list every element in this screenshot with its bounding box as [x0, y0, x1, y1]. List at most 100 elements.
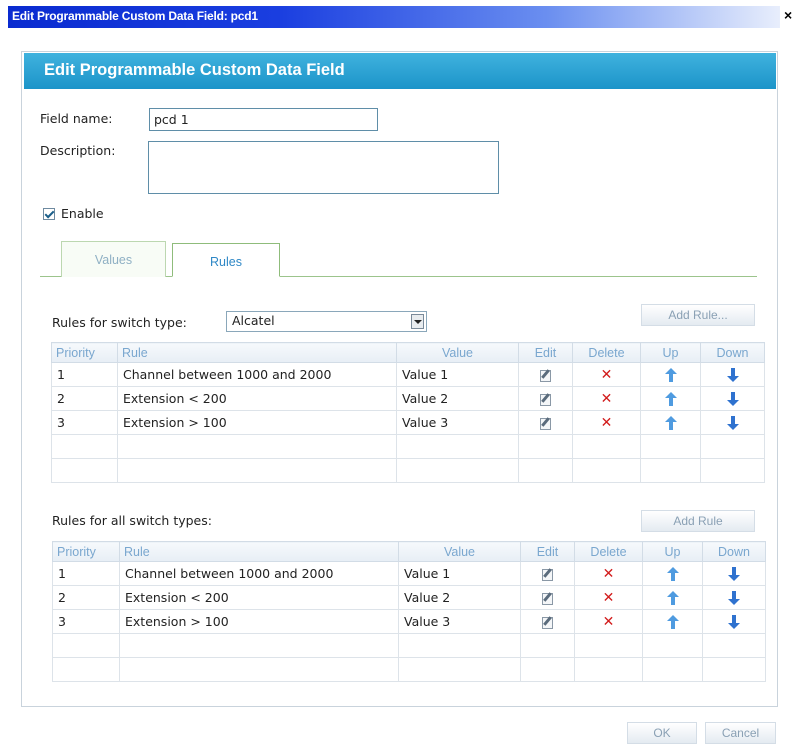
close-icon[interactable]: × [784, 7, 792, 23]
col-rule[interactable]: Rule [119, 541, 399, 562]
table-row[interactable]: 2 Extension < 200 Value 2 ✕ [52, 585, 766, 610]
table-row[interactable]: 2 Extension < 200 Value 2 ✕ [51, 386, 765, 411]
add-rule-all-button[interactable]: Add Rule [641, 510, 755, 532]
table-row[interactable]: 3 Extension > 100 Value 3 ✕ [52, 609, 766, 634]
down-cell [700, 410, 765, 435]
empty-cell [51, 434, 118, 459]
enable-checkbox[interactable] [43, 208, 55, 220]
edit-icon[interactable] [540, 417, 551, 430]
window-title-bar: Edit Programmable Custom Data Field: pcd… [0, 0, 795, 28]
chevron-down-icon[interactable] [411, 314, 424, 329]
arrow-down-icon[interactable] [726, 415, 739, 431]
col-up: Up [640, 342, 701, 363]
down-cell [702, 561, 766, 586]
delete-icon[interactable]: ✕ [601, 415, 613, 431]
col-priority[interactable]: Priority [52, 541, 120, 562]
empty-cell [396, 434, 519, 459]
empty-cell [518, 434, 573, 459]
arrow-up-icon[interactable] [664, 415, 677, 431]
cancel-button[interactable]: Cancel [705, 722, 776, 744]
description-input[interactable] [148, 141, 499, 194]
ok-button[interactable]: OK [627, 722, 697, 744]
arrow-down-icon[interactable] [728, 614, 740, 630]
edit-cell [518, 362, 573, 387]
cell-rule: Extension > 100 [117, 410, 397, 435]
col-down: Down [700, 342, 765, 363]
arrow-up-icon[interactable] [666, 566, 679, 582]
empty-cell [52, 657, 120, 682]
tab-values[interactable]: Values [61, 241, 166, 277]
description-label: Description: [40, 143, 116, 158]
col-down: Down [702, 541, 766, 562]
table-header-row: Priority Rule Value Edit Delete Up Down [51, 342, 765, 363]
arrow-up-icon[interactable] [666, 614, 679, 630]
col-edit: Edit [520, 541, 575, 562]
up-cell [642, 585, 703, 610]
all-rules-label: Rules for all switch types: [52, 513, 212, 528]
up-cell [640, 386, 701, 411]
empty-cell [398, 657, 521, 682]
empty-cell [51, 458, 118, 483]
empty-cell [640, 434, 701, 459]
empty-cell [574, 657, 643, 682]
cell-value: Value 3 [396, 410, 519, 435]
edit-icon[interactable] [542, 592, 553, 605]
up-cell [640, 410, 701, 435]
col-rule[interactable]: Rule [117, 342, 397, 363]
edit-cell [518, 410, 573, 435]
empty-cell [119, 633, 399, 658]
cell-priority: 1 [51, 362, 118, 387]
cell-priority: 1 [52, 561, 120, 586]
col-priority[interactable]: Priority [51, 342, 118, 363]
arrow-down-icon[interactable] [728, 590, 740, 606]
table-row[interactable]: 1 Channel between 1000 and 2000 Value 1 ✕ [52, 561, 766, 586]
col-value[interactable]: Value [398, 541, 521, 562]
empty-cell [700, 458, 765, 483]
arrow-down-icon[interactable] [726, 391, 739, 407]
empty-cell [117, 434, 397, 459]
delete-icon[interactable]: ✕ [601, 367, 613, 383]
switch-type-select[interactable]: Alcatel [226, 311, 427, 332]
empty-cell [117, 458, 397, 483]
edit-cell [520, 585, 575, 610]
cell-priority: 2 [51, 386, 118, 411]
edit-icon[interactable] [542, 568, 553, 581]
tab-rules[interactable]: Rules [172, 243, 280, 277]
dialog-title: Edit Programmable Custom Data Field [44, 61, 345, 79]
delete-icon[interactable]: ✕ [603, 614, 615, 630]
cell-value: Value 1 [396, 362, 519, 387]
arrow-up-icon[interactable] [664, 367, 677, 383]
edit-cell [518, 386, 573, 411]
table-row[interactable]: 1 Channel between 1000 and 2000 Value 1 ✕ [51, 362, 765, 387]
arrow-down-icon[interactable] [726, 367, 739, 383]
all-rules-table: Priority Rule Value Edit Delete Up Down … [52, 541, 766, 682]
delete-icon[interactable]: ✕ [601, 391, 613, 407]
cell-rule: Extension < 200 [119, 585, 399, 610]
delete-icon[interactable]: ✕ [603, 590, 615, 606]
delete-icon[interactable]: ✕ [603, 566, 615, 582]
edit-icon[interactable] [540, 393, 551, 406]
down-cell [702, 585, 766, 610]
cell-priority: 3 [51, 410, 118, 435]
field-name-input[interactable] [149, 108, 378, 131]
edit-icon[interactable] [542, 616, 553, 629]
arrow-up-icon[interactable] [664, 391, 677, 407]
up-cell [640, 362, 701, 387]
down-cell [700, 386, 765, 411]
edit-icon[interactable] [540, 369, 551, 382]
col-delete: Delete [574, 541, 643, 562]
add-rule-button[interactable]: Add Rule... [641, 304, 755, 326]
delete-cell: ✕ [572, 410, 641, 435]
arrow-up-icon[interactable] [666, 590, 679, 606]
cell-priority: 3 [52, 609, 120, 634]
up-cell [642, 561, 703, 586]
switch-type-value: Alcatel [232, 313, 275, 328]
empty-cell [119, 657, 399, 682]
cell-rule: Extension > 100 [119, 609, 399, 634]
empty-cell [702, 633, 766, 658]
field-name-label: Field name: [40, 111, 113, 126]
table-row[interactable]: 3 Extension > 100 Value 3 ✕ [51, 410, 765, 435]
col-value[interactable]: Value [396, 342, 519, 363]
cell-value: Value 2 [396, 386, 519, 411]
arrow-down-icon[interactable] [728, 566, 740, 582]
